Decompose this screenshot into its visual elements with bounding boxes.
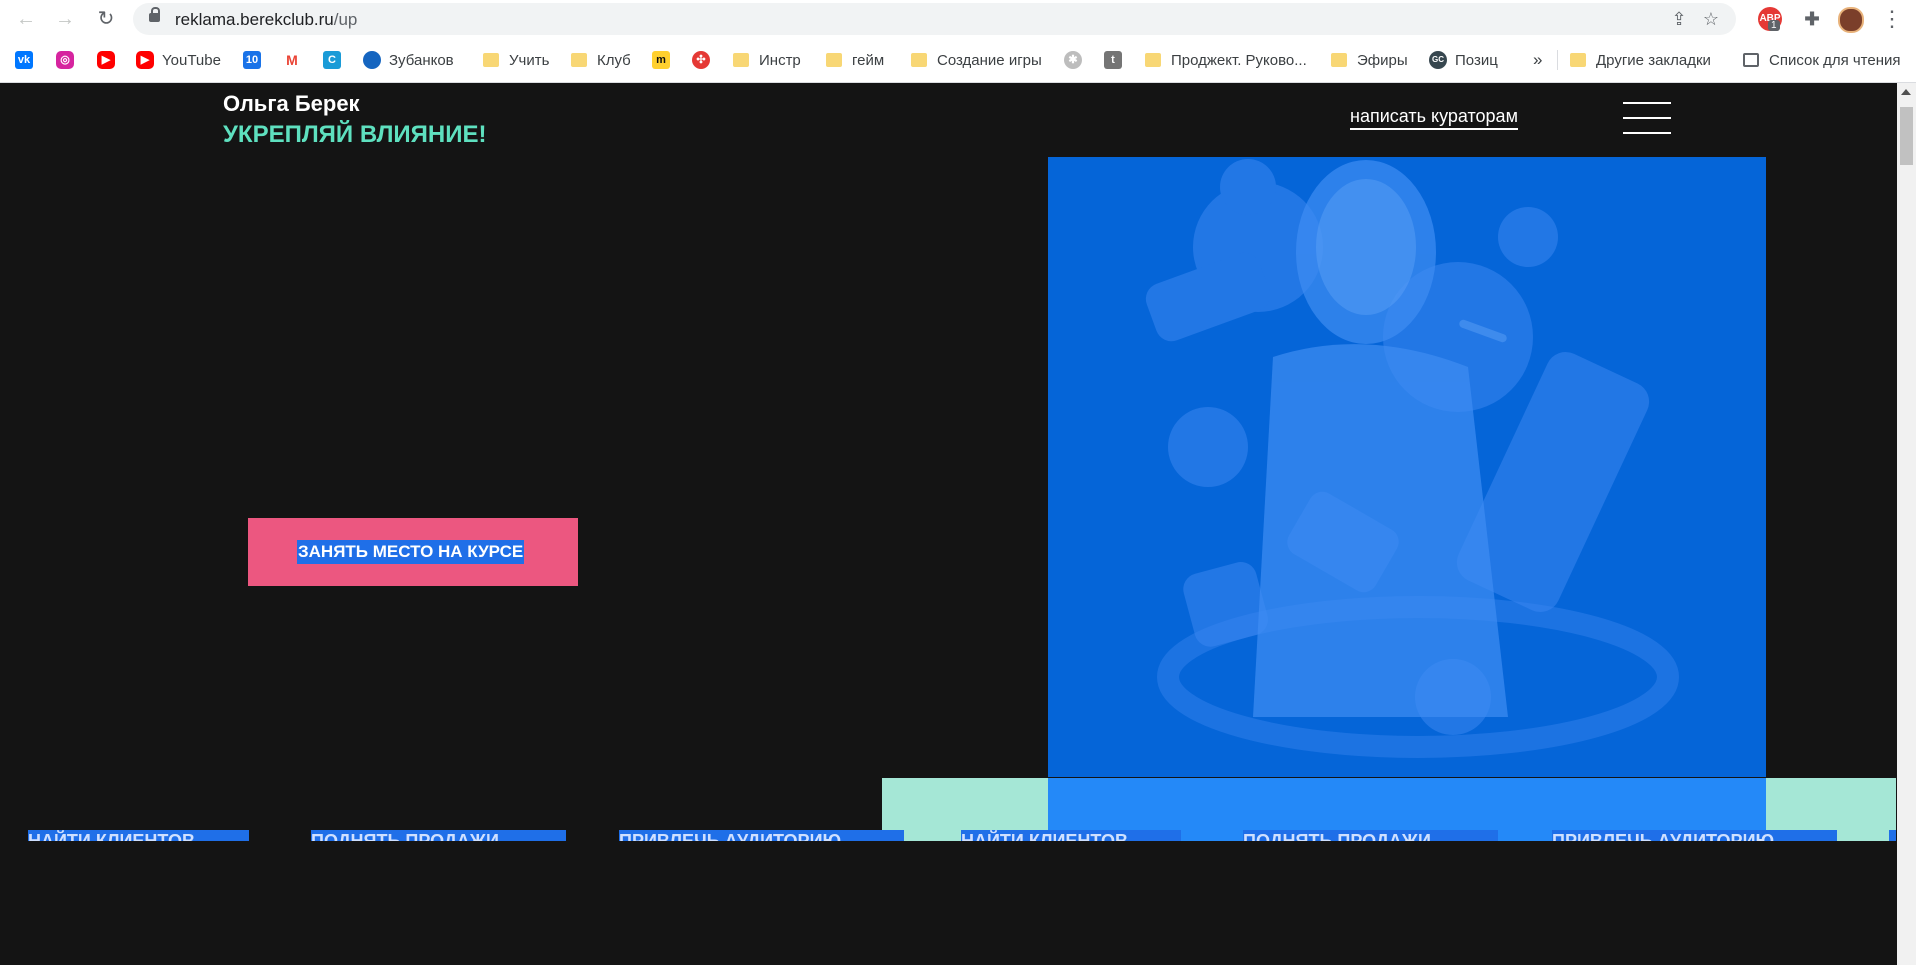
bookmark-label: гейм (852, 51, 885, 69)
ticker-item: ПРИВЛЕЧЬ АУДИТОРИЮ (1552, 830, 1837, 841)
bookmark-youtube-icon-only[interactable]: ▶ (97, 48, 123, 72)
folder-icon (826, 53, 842, 67)
gear-gray-icon: ✱ (1064, 51, 1082, 69)
bookmark-folder-klub[interactable]: Клуб (571, 48, 631, 72)
cloud-icon (363, 51, 381, 69)
reading-list-icon (1743, 53, 1759, 67)
folder-icon (911, 53, 927, 67)
folder-icon (1331, 53, 1347, 67)
extension-badge: 1 (1768, 20, 1780, 31)
hero-illustration (1145, 159, 1679, 758)
c-icon: C (323, 51, 341, 69)
forward-icon[interactable]: → (51, 5, 79, 33)
ticker-item-cut (1889, 830, 1896, 841)
folder-icon (1145, 53, 1161, 67)
bookmark-gmail[interactable]: M (283, 48, 309, 72)
bookmark-zubankov[interactable]: Зубанков (363, 48, 454, 72)
hero-photo (1048, 157, 1766, 777)
scroll-thumb[interactable] (1900, 107, 1913, 165)
bookmark-gear[interactable]: ✱ (1064, 48, 1090, 72)
youtube-icon: ▶ (97, 51, 115, 69)
bookmark-instagram[interactable]: ◎ (56, 48, 82, 72)
folder-icon (571, 53, 587, 67)
bookmark-calendar[interactable]: 10 (243, 48, 269, 72)
reading-list-button[interactable]: Список для чтения (1743, 48, 1901, 72)
page-scrollbar[interactable] (1897, 83, 1916, 965)
bookmark-label: Учить (509, 51, 550, 69)
bookmark-label: Позиц (1455, 51, 1498, 69)
address-bar[interactable]: reklama.berekclub.ru/up ⇪ ☆ (133, 3, 1736, 35)
bookmark-folder-instr[interactable]: Инстр (733, 48, 801, 72)
ticker-item: НАЙТИ КЛИЕНТОВ (28, 830, 249, 841)
folder-icon (1570, 53, 1586, 67)
scroll-up-arrow[interactable] (1901, 89, 1911, 95)
bookmark-folder-geim[interactable]: гейм (826, 48, 884, 72)
url-text[interactable]: reklama.berekclub.ru/up (175, 10, 357, 30)
browser-toolbar: ← → ↻ reklama.berekclub.ru/up ⇪ ☆ ABP 1 … (0, 0, 1916, 38)
author-name[interactable]: Ольга Берек (223, 91, 360, 117)
reload-icon[interactable]: ↻ (92, 5, 120, 33)
lifebuoy-icon: ✣ (692, 51, 710, 69)
share-icon[interactable]: ⇪ (1667, 7, 1691, 31)
profile-avatar[interactable] (1838, 7, 1864, 33)
bookmark-label: Инстр (759, 51, 801, 69)
bookmark-label: YouTube (162, 51, 221, 69)
star-icon[interactable]: ☆ (1699, 7, 1723, 31)
back-icon[interactable]: ← (12, 5, 40, 33)
ticker-item: ПОДНЯТЬ ПРОДАЖИ (311, 830, 566, 841)
instagram-icon: ◎ (56, 51, 74, 69)
bookmark-label: Создание игры (937, 51, 1042, 69)
ticker-item: НАЙТИ КЛИЕНТОВ (961, 830, 1181, 841)
bookmark-label: Список для чтения (1769, 51, 1901, 69)
bookmark-folder-sozdanie-igry[interactable]: Создание игры (911, 48, 1042, 72)
enroll-button-label: ЗАНЯТЬ МЕСТО НА КУРСЕ (297, 540, 525, 564)
bookmark-t[interactable]: t (1104, 48, 1130, 72)
url-path: /up (333, 10, 358, 29)
slogan: УКРЕПЛЯЙ ВЛИЯНИЕ! (223, 121, 487, 148)
bookmark-folder-project[interactable]: Проджект. Руково... (1145, 48, 1307, 72)
bookmark-pozic[interactable]: GC Позиц (1429, 48, 1498, 72)
bookmark-label: Эфиры (1357, 51, 1408, 69)
hamburger-menu-icon[interactable] (1623, 102, 1671, 134)
bookmarks-bar: vk ◎ ▶ ▶ YouTube 10 M C Зубанков Учить Кл… (0, 38, 1916, 83)
extensions-puzzle-icon[interactable]: ✚ (1800, 7, 1824, 31)
calendar-icon: 10 (243, 51, 261, 69)
more-bookmarks-button[interactable]: » (1533, 48, 1542, 72)
browser-menu-icon[interactable]: ⋮ (1880, 5, 1904, 33)
bookmark-folder-efiry[interactable]: Эфиры (1331, 48, 1408, 72)
bookmark-youtube[interactable]: ▶ YouTube (136, 48, 221, 72)
bookmark-label: Зубанков (389, 51, 454, 69)
gc-icon: GC (1429, 51, 1447, 69)
url-host: reklama.berekclub.ru (175, 10, 334, 29)
lock-icon[interactable] (149, 7, 160, 22)
bookmark-label: Другие закладки (1596, 51, 1711, 69)
bookmark-label: Проджект. Руково... (1171, 51, 1307, 69)
folder-icon (733, 53, 749, 67)
ticker-item: ПРИВЛЕЧЬ АУДИТОРИЮ (619, 830, 904, 841)
bookmark-lifebuoy[interactable]: ✣ (692, 48, 718, 72)
write-curators-link[interactable]: написать кураторам (1350, 106, 1518, 130)
bookmark-c[interactable]: C (323, 48, 349, 72)
enroll-button[interactable]: ЗАНЯТЬ МЕСТО НА КУРСЕ (248, 518, 578, 586)
running-ticker: НАЙТИ КЛИЕНТОВ ПОДНЯТЬ ПРОДАЖИ ПРИВЛЕЧЬ … (0, 830, 1896, 841)
bookmarks-divider (1557, 50, 1558, 70)
bookmark-other-bookmarks[interactable]: Другие закладки (1570, 48, 1711, 72)
gmail-icon: M (283, 51, 301, 69)
youtube-icon: ▶ (136, 51, 154, 69)
miro-icon: m (652, 51, 670, 69)
folder-icon (483, 53, 499, 67)
bookmark-label: Клуб (597, 51, 631, 69)
t-icon: t (1104, 51, 1122, 69)
bookmark-vk[interactable]: vk (15, 48, 41, 72)
ticker-item: ПОДНЯТЬ ПРОДАЖИ (1243, 830, 1498, 841)
bookmark-folder-uchit[interactable]: Учить (483, 48, 549, 72)
landing-page: Ольга Берек УКРЕПЛЯЙ ВЛИЯНИЕ! написать к… (0, 83, 1896, 965)
bookmark-miro[interactable]: m (652, 48, 678, 72)
vk-icon: vk (15, 51, 33, 69)
